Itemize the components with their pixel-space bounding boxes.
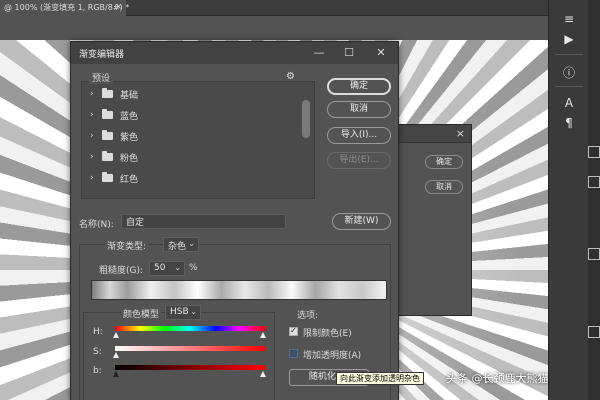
options-label: 选项: <box>297 311 319 321</box>
menu-lines-icon[interactable]: ≡ <box>559 10 579 28</box>
chevron-down-icon: ⌄ <box>188 239 195 248</box>
roughness-input[interactable]: 50 ⌄ <box>149 261 185 276</box>
gradient-type-select[interactable]: 杂色 ⌄ <box>163 237 199 252</box>
brightness-min-handle[interactable] <box>113 371 119 377</box>
color-model-value: HSB <box>170 307 189 317</box>
chevron-right-icon[interactable]: › <box>90 131 94 141</box>
new-button[interactable]: 新建(W) <box>332 213 391 230</box>
roughness-value: 50 <box>154 263 166 273</box>
close-icon[interactable]: × <box>456 127 465 140</box>
name-label: 名称(N): <box>79 220 114 230</box>
watermark: 头条 @长颈鹿大熊猫 <box>446 372 549 385</box>
color-swatch[interactable] <box>588 248 600 260</box>
right-panel-strip <box>588 0 600 400</box>
chevron-right-icon[interactable]: › <box>90 110 94 120</box>
preset-folder-label: 粉色 <box>120 154 139 164</box>
preset-folder-label: 蓝色 <box>120 112 139 122</box>
paragraph-icon[interactable]: ¶ <box>559 114 579 132</box>
cancel-button[interactable]: 取消 <box>327 101 391 118</box>
tooltip: 向此渐变添加透明杂色 <box>336 372 424 385</box>
document-tab-bar: @ 100% (渐变填充 1, RGB/8#) * × <box>0 0 548 16</box>
preset-folder[interactable]: › 基础 <box>90 87 290 103</box>
presets-scrollbar[interactable] <box>302 100 310 138</box>
maximize-icon[interactable]: ☐ <box>341 45 357 61</box>
chevron-right-icon[interactable]: › <box>90 173 94 183</box>
ok-button[interactable]: 确定 <box>327 78 391 95</box>
import-button[interactable]: 导入(I)... <box>327 127 391 144</box>
dialog-titlebar: 渐变编辑器 — ☐ ✕ <box>71 42 398 64</box>
color-swatch[interactable] <box>588 146 600 158</box>
gradient-type-label: 渐变类型: <box>105 239 149 252</box>
text-a-icon[interactable]: A <box>559 94 579 112</box>
toolbar-divider <box>555 54 583 55</box>
color-swatch[interactable] <box>588 326 600 338</box>
add-transparency-label: 增加透明度(A) <box>303 351 362 361</box>
preset-folder[interactable]: › 紫色 <box>90 129 290 145</box>
hue-max-handle[interactable] <box>260 332 266 338</box>
gradient-type-value: 杂色 <box>168 242 187 252</box>
close-icon[interactable]: × <box>115 2 122 11</box>
brightness-label: b: <box>93 366 102 376</box>
brightness-slider-track[interactable] <box>115 365 265 370</box>
color-swatch[interactable] <box>588 176 600 188</box>
hue-slider-track[interactable] <box>115 326 265 331</box>
chevron-right-icon[interactable]: › <box>90 89 94 99</box>
restrict-colors-checkbox[interactable] <box>289 326 298 336</box>
right-panel-toolbar: ≡ ▶ ⓘ A ¶ <box>548 0 588 400</box>
folder-icon <box>102 88 113 98</box>
brightness-max-handle[interactable] <box>260 371 266 377</box>
chevron-down-icon: ⌄ <box>190 307 197 316</box>
folder-icon <box>102 109 113 119</box>
saturation-slider-track[interactable] <box>115 346 265 351</box>
chevron-down-icon[interactable]: ⌄ <box>174 263 181 272</box>
collapse-arrow-icon[interactable]: ▶ <box>559 30 579 48</box>
hue-min-handle[interactable] <box>113 332 119 338</box>
preset-folder-label: 红色 <box>120 175 139 185</box>
presets-label: 预设 <box>89 71 114 84</box>
background-cancel-button[interactable]: 取消 <box>425 180 463 194</box>
close-icon[interactable]: ✕ <box>373 45 389 61</box>
roughness-unit: % <box>189 263 198 273</box>
export-button: 导出(E)... <box>327 152 391 169</box>
document-tab[interactable]: @ 100% (渐变填充 1, RGB/8#) * × <box>0 0 130 16</box>
color-model-select[interactable]: HSB ⌄ <box>165 305 201 320</box>
roughness-label: 粗糙度(G): <box>99 266 144 276</box>
saturation-label: S: <box>93 347 102 357</box>
background-dialog: × 确定 取消 <box>398 124 472 316</box>
restrict-colors-label: 限制颜色(E) <box>303 329 352 339</box>
add-transparency-checkbox[interactable] <box>289 349 298 358</box>
gradient-editor-dialog: 渐变编辑器 — ☐ ✕ › 基础 › 蓝色 › 紫色 › 粉色 › 红色 预设 … <box>70 41 399 400</box>
folder-icon <box>102 172 113 182</box>
presets-list[interactable]: › 基础 › 蓝色 › 紫色 › 粉色 › 红色 <box>81 81 315 199</box>
info-icon[interactable]: ⓘ <box>559 64 579 82</box>
minimize-icon[interactable]: — <box>311 45 327 61</box>
gear-icon[interactable]: ⚙ <box>286 71 295 82</box>
preset-folder[interactable]: › 红色 <box>90 171 290 187</box>
dialog-title: 渐变编辑器 <box>79 50 125 60</box>
gradient-preview-bar <box>91 280 387 300</box>
saturation-min-handle[interactable] <box>113 352 119 358</box>
preset-folder-label: 紫色 <box>120 133 139 143</box>
chevron-right-icon[interactable]: › <box>90 152 94 162</box>
name-input[interactable] <box>121 214 286 229</box>
preset-folder-label: 基础 <box>120 91 139 101</box>
background-ok-button[interactable]: 确定 <box>425 155 463 169</box>
folder-icon <box>102 130 113 140</box>
background-dialog-titlebar: × <box>399 125 471 143</box>
preset-folder[interactable]: › 粉色 <box>90 150 290 166</box>
toolbar-divider <box>555 86 583 87</box>
folder-icon <box>102 151 113 161</box>
color-model-label: 颜色模型 <box>121 307 162 320</box>
document-tab-title: @ 100% (渐变填充 1, RGB/8#) * <box>4 3 130 12</box>
preset-folder[interactable]: › 蓝色 <box>90 108 290 124</box>
hue-label: H: <box>93 327 103 337</box>
